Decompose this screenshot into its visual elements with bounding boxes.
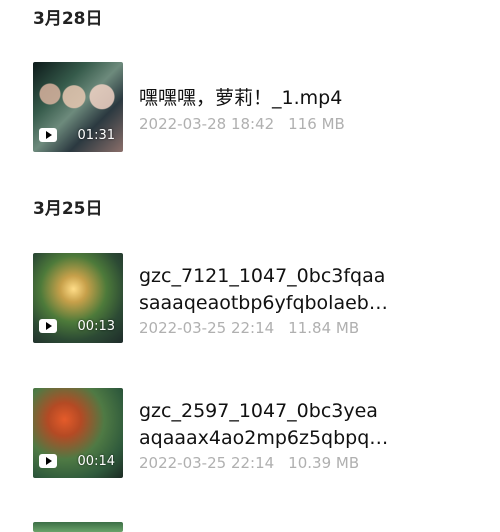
- file-name: 嘿嘿嘿，萝莉！_1.mp4: [139, 87, 343, 109]
- file-datetime: 2022-03-28 18:42: [139, 115, 275, 133]
- section-date-header: 3月28日: [33, 9, 103, 29]
- file-size: 10.39 MB: [288, 454, 360, 472]
- file-datetime: 2022-03-25 22:14: [139, 319, 275, 337]
- section-date-header: 3月25日: [33, 199, 103, 219]
- video-file-item[interactable]: 00:13 gzc_7121_1047_0bc3fqaa saaaqeaotbp…: [33, 253, 473, 343]
- video-thumbnail[interactable]: [33, 522, 123, 532]
- play-icon: [39, 454, 57, 468]
- video-file-item[interactable]: 00:14 gzc_2597_1047_0bc3yea aqaaax4ao2mp…: [33, 388, 473, 478]
- video-thumbnail[interactable]: 00:14: [33, 388, 123, 478]
- file-name-line2: aqaaax4ao2mp6z5qbpq…: [139, 427, 389, 449]
- video-thumbnail[interactable]: 01:31: [33, 62, 123, 152]
- file-meta: 2022-03-25 22:14 10.39 MB: [139, 454, 359, 472]
- file-meta: 2022-03-25 22:14 11.84 MB: [139, 319, 359, 337]
- file-name-line2: saaaqeaotbp6yfqbolaeb…: [139, 292, 388, 314]
- play-icon: [39, 319, 57, 333]
- file-size: 116 MB: [288, 115, 345, 133]
- video-file-item[interactable]: [33, 522, 473, 532]
- file-meta: 2022-03-28 18:42 116 MB: [139, 115, 345, 133]
- thumbnail-image: [38, 72, 118, 127]
- file-datetime: 2022-03-25 22:14: [139, 454, 275, 472]
- video-file-item[interactable]: 01:31 嘿嘿嘿，萝莉！_1.mp4 2022-03-28 18:42 116 …: [33, 62, 473, 152]
- file-size: 11.84 MB: [288, 319, 360, 337]
- play-icon: [39, 128, 57, 142]
- file-name-line1: gzc_7121_1047_0bc3fqaa: [139, 265, 386, 287]
- file-name-line1: gzc_2597_1047_0bc3yea: [139, 400, 378, 422]
- video-duration: 01:31: [77, 128, 115, 143]
- video-duration: 00:14: [77, 454, 115, 469]
- video-thumbnail[interactable]: 00:13: [33, 253, 123, 343]
- video-duration: 00:13: [77, 319, 115, 334]
